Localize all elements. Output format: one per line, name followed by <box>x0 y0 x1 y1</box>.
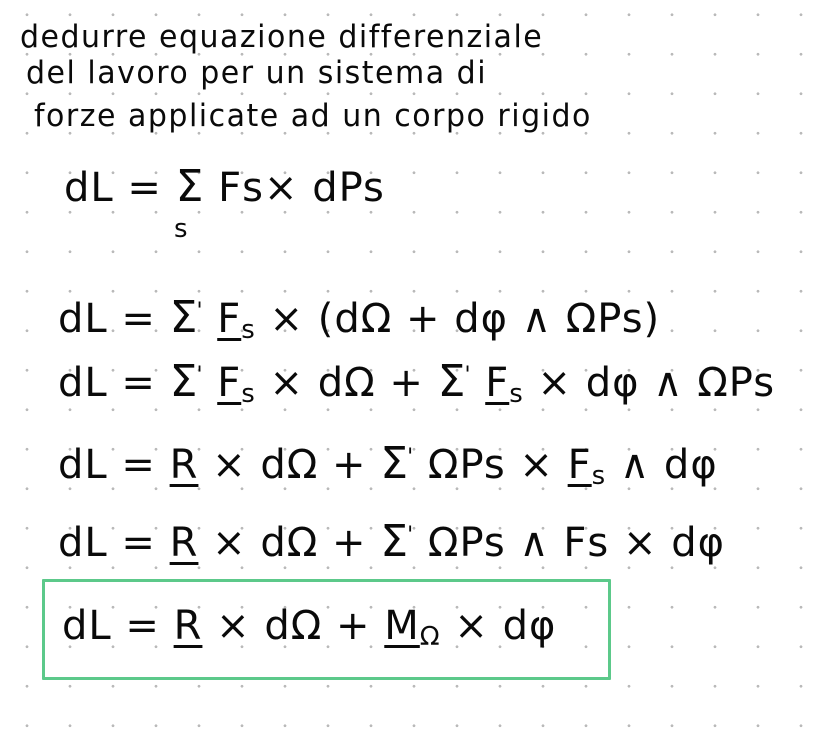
eq2-prime: ' <box>196 299 204 324</box>
eq5-prime: ' <box>407 523 415 548</box>
summation-icon: Σ <box>437 356 467 407</box>
eq2-lhs: dL = <box>58 296 156 342</box>
eq3-rest: × dφ ∧ ΩPs <box>537 360 776 406</box>
eq1-sum-index: s <box>174 214 188 244</box>
title-line-2: del lavoro per un sistema di <box>26 54 488 92</box>
eq1-lhs: dL = <box>64 165 162 211</box>
eq4-force-vector: F <box>567 442 592 488</box>
summation-icon: Σ <box>169 356 199 407</box>
summation-icon: Σ <box>380 516 410 567</box>
eq4-lhs: dL = <box>58 442 156 488</box>
title-line-1: dedurre equazione differenziale <box>20 18 544 56</box>
eq4-rest: ∧ dφ <box>619 442 718 488</box>
eq4-force-sub: s <box>591 461 607 491</box>
eq5-resultant-vector: R <box>169 520 199 566</box>
eq5-mid: × dΩ + <box>212 520 367 566</box>
eq2-rest: × (dΩ + dφ ∧ ΩPs) <box>269 296 661 342</box>
summation-icon: Σ <box>175 161 205 212</box>
summation-icon: Σ <box>169 292 199 343</box>
dotted-notebook-page: dedurre equazione differenziale del lavo… <box>0 0 832 746</box>
eq4-resultant-vector: R <box>169 442 199 488</box>
result-moment-vector: M <box>384 603 420 649</box>
summation-icon: Σ <box>380 438 410 489</box>
equation-5: dL = R × dΩ + Σ' ΩPs ∧ Fs × dφ <box>58 520 725 564</box>
eq4-prime: ' <box>407 445 415 470</box>
eq2-force-vector: F <box>217 296 242 342</box>
eq4-mid: × dΩ + <box>212 442 367 488</box>
title-line-3: forze applicate ad un corpo rigido <box>34 97 592 135</box>
eq2-force-sub: s <box>241 315 256 345</box>
eq4-term: ΩPs × <box>427 442 554 488</box>
result-moment-sub: Ω <box>419 622 441 652</box>
eq3-lhs: dL = <box>58 360 156 406</box>
eq3-prime-2: ' <box>464 363 472 388</box>
result-equation: dL = R × dΩ + MΩ × dφ <box>62 606 556 650</box>
eq3-force-sub: s <box>241 379 256 409</box>
eq5-lhs: dL = <box>58 520 156 566</box>
result-lhs: dL = <box>62 603 160 649</box>
eq5-rest: ΩPs ∧ Fs × dφ <box>427 520 725 566</box>
eq3-force-vector: F <box>217 360 242 406</box>
equation-4: dL = R × dΩ + Σ' ΩPs × Fs ∧ dφ <box>58 442 718 491</box>
equation-2: dL = Σ' Fs × (dΩ + dφ ∧ ΩPs) <box>58 296 661 345</box>
eq3-force-vector-2: F <box>485 360 510 406</box>
result-rest: × dφ <box>454 603 557 649</box>
eq3-prime: ' <box>196 363 204 388</box>
eq1-rhs: Fs× dPs <box>218 165 385 211</box>
eq3-mid: × dΩ + <box>269 360 424 406</box>
equation-3: dL = Σ' Fs × dΩ + Σ' Fs × dφ ∧ ΩPs <box>58 360 776 409</box>
equation-1: dL = Σ Fs× dPs <box>64 165 385 209</box>
eq3-force-sub-2: s <box>509 379 524 409</box>
result-mid: × dΩ + <box>216 603 371 649</box>
result-resultant-vector: R <box>173 603 203 649</box>
